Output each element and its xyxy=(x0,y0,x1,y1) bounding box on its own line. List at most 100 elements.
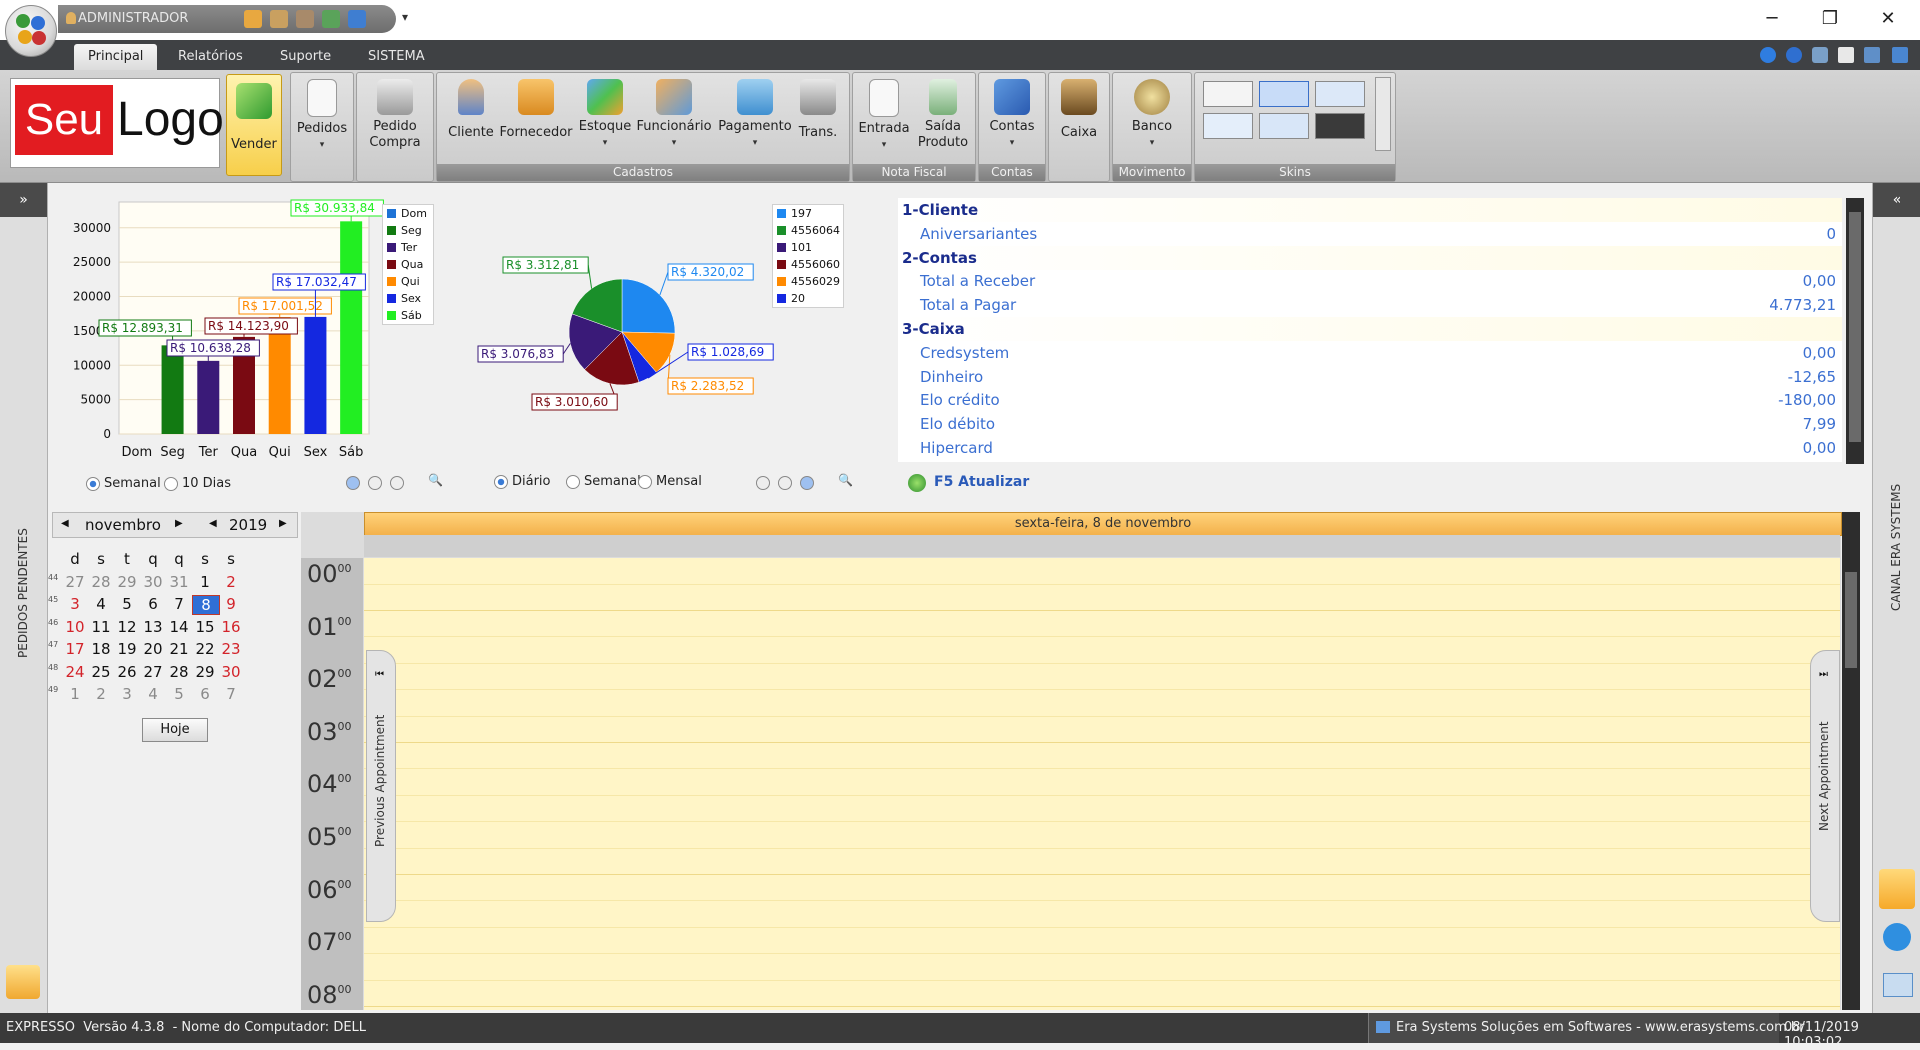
trans-button[interactable]: Trans. xyxy=(789,77,847,163)
calendar-day[interactable]: 5 xyxy=(114,595,140,613)
pedidos-button[interactable]: Pedidos ▾ xyxy=(293,77,351,163)
banco-button[interactable]: Banco ▾ xyxy=(1115,77,1189,163)
funcionario-button[interactable]: Funcionário ▾ xyxy=(633,77,715,163)
calendar-day[interactable]: 23 xyxy=(218,640,244,658)
refresh-orders-icon[interactable] xyxy=(6,965,40,999)
fornecedor-button[interactable]: Fornecedor xyxy=(497,77,575,163)
minimize-button[interactable]: ─ xyxy=(1752,6,1792,32)
calendar-day[interactable]: 26 xyxy=(114,663,140,681)
next-month-button[interactable]: ▶ xyxy=(175,518,183,529)
scheduler-scrollbar[interactable] xyxy=(1842,512,1860,1010)
entrada-button[interactable]: Entrada ▾ xyxy=(855,77,913,163)
calendar-day[interactable]: 3 xyxy=(114,685,140,703)
calendar-day[interactable]: 30 xyxy=(218,663,244,681)
skin-option-2[interactable] xyxy=(1259,81,1309,107)
hoje-button[interactable]: Hoje xyxy=(142,718,208,742)
calendar-day[interactable]: 29 xyxy=(192,663,218,681)
calendar-day[interactable]: 2 xyxy=(218,573,244,591)
pie-chart-option-2[interactable] xyxy=(778,476,792,490)
help-icon[interactable] xyxy=(1786,47,1802,63)
calendar-day[interactable]: 22 xyxy=(192,640,218,658)
calendar-day[interactable]: 3 xyxy=(62,595,88,613)
canal-era-systems-panel[interactable]: « CANAL ERA SYSTEMS xyxy=(1872,183,1920,1013)
calendar-day[interactable]: 17 xyxy=(62,640,88,658)
calendar-day[interactable]: 14 xyxy=(166,618,192,636)
semanal-radio[interactable]: Semanal xyxy=(86,476,161,492)
calendar-day[interactable]: 28 xyxy=(88,573,114,591)
skins-scroll[interactable] xyxy=(1375,77,1391,151)
summary-row[interactable]: Hipercard 0,00 xyxy=(898,436,1842,460)
calendar-month[interactable]: novembro xyxy=(85,516,161,534)
pedido-compra-button[interactable]: Pedido Compra xyxy=(359,77,431,163)
calendar-day[interactable]: 27 xyxy=(140,663,166,681)
folder-icon[interactable] xyxy=(1883,973,1913,997)
skin-option-3[interactable] xyxy=(1315,81,1365,107)
pie-chart-option-1[interactable] xyxy=(756,476,770,490)
bar-chart-option-1[interactable] xyxy=(346,476,360,490)
star-icon[interactable] xyxy=(244,10,262,28)
calendar-day[interactable]: 5 xyxy=(166,685,192,703)
calendar-day[interactable]: 9 xyxy=(218,595,244,613)
app-menu-orb[interactable] xyxy=(5,5,57,57)
summary-row[interactable]: Total a Receber 0,00 xyxy=(898,269,1842,293)
calendar-year[interactable]: 2019 xyxy=(229,516,267,534)
summary-scrollbar[interactable] xyxy=(1846,198,1864,464)
prev-year-button[interactable]: ◀ xyxy=(209,518,217,529)
scroll-thumb[interactable] xyxy=(1845,572,1857,668)
calendar-day[interactable]: 1 xyxy=(192,573,218,591)
skin-option-6[interactable] xyxy=(1315,113,1365,139)
calendar-day[interactable]: 30 xyxy=(140,573,166,591)
calendar-day-selected[interactable]: 8 xyxy=(192,595,220,615)
calendar-day[interactable]: 27 xyxy=(62,573,88,591)
monitor-icon[interactable] xyxy=(348,10,366,28)
calendar-day[interactable]: 11 xyxy=(88,618,114,636)
bar-chart-option-2[interactable] xyxy=(368,476,382,490)
day-header[interactable]: sexta-feira, 8 de novembro xyxy=(364,512,1842,536)
pie-zoom-icon[interactable]: 🔍 xyxy=(838,473,853,487)
calendar-day[interactable]: 18 xyxy=(88,640,114,658)
prev-month-button[interactable]: ◀ xyxy=(61,518,69,529)
calendar-day[interactable]: 19 xyxy=(114,640,140,658)
skin-option-4[interactable] xyxy=(1203,113,1253,139)
calendar-day[interactable]: 20 xyxy=(140,640,166,658)
tab-suporte[interactable]: Suporte xyxy=(266,44,345,70)
calculator-icon[interactable] xyxy=(1812,47,1828,63)
contas-button[interactable]: Contas ▾ xyxy=(981,77,1043,163)
calendar-day[interactable]: 31 xyxy=(166,573,192,591)
person-icon[interactable] xyxy=(296,10,314,28)
pedidos-pendentes-panel[interactable]: » PEDIDOS PENDENTES xyxy=(0,183,48,1013)
window-icon[interactable] xyxy=(1892,47,1908,63)
calendar-day[interactable]: 29 xyxy=(114,573,140,591)
refresh-icon[interactable] xyxy=(908,474,926,492)
estoque-button[interactable]: Estoque ▾ xyxy=(573,77,637,163)
customize-toolbar-dropdown[interactable]: ▾ xyxy=(402,10,408,24)
calendar-day[interactable]: 6 xyxy=(192,685,218,703)
document-check-icon[interactable] xyxy=(322,10,340,28)
calendar-day[interactable]: 1 xyxy=(62,685,88,703)
calendar-day[interactable]: 28 xyxy=(166,663,192,681)
calendar-day[interactable]: 7 xyxy=(166,595,192,613)
scroll-thumb[interactable] xyxy=(1849,212,1861,442)
next-appointment-button[interactable]: ⏭ Next Appointment xyxy=(1810,650,1840,922)
monitor-icon[interactable] xyxy=(1864,47,1880,63)
next-year-button[interactable]: ▶ xyxy=(279,518,287,529)
pie-chart-option-3[interactable] xyxy=(800,476,814,490)
calendar-day[interactable]: 7 xyxy=(218,685,244,703)
skin-option-1[interactable] xyxy=(1203,81,1253,107)
all-day-area[interactable] xyxy=(364,535,1840,557)
calendar-day[interactable]: 12 xyxy=(114,618,140,636)
calendar-day[interactable]: 10 xyxy=(62,618,88,636)
calendar-day[interactable]: 4 xyxy=(88,595,114,613)
f5-atualizar-button[interactable]: F5 Atualizar xyxy=(934,474,1029,490)
saida-produto-button[interactable]: Saída Produto xyxy=(913,77,973,163)
calendar-day[interactable]: 2 xyxy=(88,685,114,703)
contact-person-icon[interactable] xyxy=(1879,869,1915,909)
calendar-day[interactable]: 25 xyxy=(88,663,114,681)
mail-icon[interactable] xyxy=(1883,923,1911,951)
skin-option-5[interactable] xyxy=(1259,113,1309,139)
expand-panel-button[interactable]: » xyxy=(0,183,47,217)
vender-button[interactable]: Vender xyxy=(226,74,282,176)
collapse-panel-button[interactable]: « xyxy=(1873,183,1920,217)
restore-button[interactable]: ❐ xyxy=(1810,6,1850,32)
day-time-slots[interactable] xyxy=(364,558,1840,1010)
